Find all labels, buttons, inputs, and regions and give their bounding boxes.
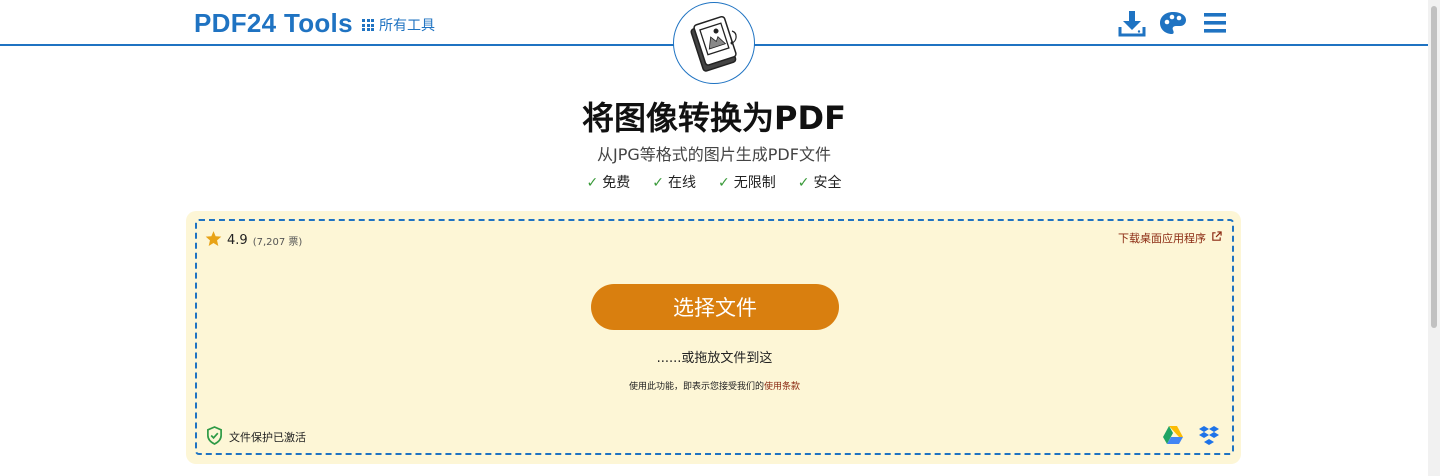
page-title: 将图像转换为PDF <box>582 99 846 137</box>
feature-item: ✓ 无限制 <box>718 175 776 191</box>
dropbox-icon[interactable] <box>1198 425 1220 449</box>
scrollbar-thumb[interactable] <box>1431 6 1437 328</box>
protection-label: 文件保护已激活 <box>229 431 306 444</box>
rating-value: 4.9 <box>227 233 248 248</box>
google-drive-icon[interactable] <box>1162 425 1184 449</box>
menu-icon[interactable] <box>1203 11 1227 39</box>
desktop-link-label: 下载桌面应用程序 <box>1118 232 1206 245</box>
feature-item: ✓ 免费 <box>586 175 631 191</box>
file-dropzone[interactable]: 4.9 (7,207 票) 下载桌面应用程序 选择文件 ......或拖放文件到… <box>195 219 1234 455</box>
page-subtitle: 从JPG等格式的图片生成PDF文件 <box>597 145 831 164</box>
all-tools-label: 所有工具 <box>379 18 435 34</box>
shield-check-icon <box>206 426 223 448</box>
star-icon <box>205 230 222 251</box>
choose-file-button[interactable]: 选择文件 <box>591 284 839 330</box>
download-desktop-app-link[interactable]: 下载桌面应用程序 <box>1118 230 1222 246</box>
palette-icon[interactable] <box>1159 10 1187 40</box>
rating-count: (7,207 票) <box>252 237 303 248</box>
check-icon: ✓ <box>797 175 810 191</box>
rating: 4.9 (7,207 票) <box>205 230 302 251</box>
grid-icon <box>362 19 374 31</box>
vertical-scrollbar[interactable] <box>1428 0 1440 476</box>
feature-item: ✓ 安全 <box>797 175 842 191</box>
feature-list: ✓ 免费 ✓ 在线 ✓ 无限制 ✓ 安全 <box>0 172 1428 192</box>
check-icon: ✓ <box>652 175 664 191</box>
all-tools-link[interactable]: 所有工具 <box>362 15 435 35</box>
brand-logo-text[interactable]: PDF24 Tools <box>194 8 353 39</box>
download-icon[interactable] <box>1118 9 1146 41</box>
tool-logo-icon <box>673 2 755 84</box>
check-icon: ✓ <box>718 175 730 191</box>
file-protection-status: 文件保护已激活 <box>206 426 306 448</box>
external-link-icon <box>1211 231 1222 245</box>
check-icon: ✓ <box>586 175 599 191</box>
terms-of-use-link[interactable]: 使用条款 <box>764 382 800 392</box>
feature-item: ✓ 在线 <box>652 175 696 191</box>
drag-drop-hint: ......或拖放文件到这 <box>656 351 773 366</box>
terms-notice: 使用此功能，即表示您接受我们的使用条款 <box>628 382 801 392</box>
